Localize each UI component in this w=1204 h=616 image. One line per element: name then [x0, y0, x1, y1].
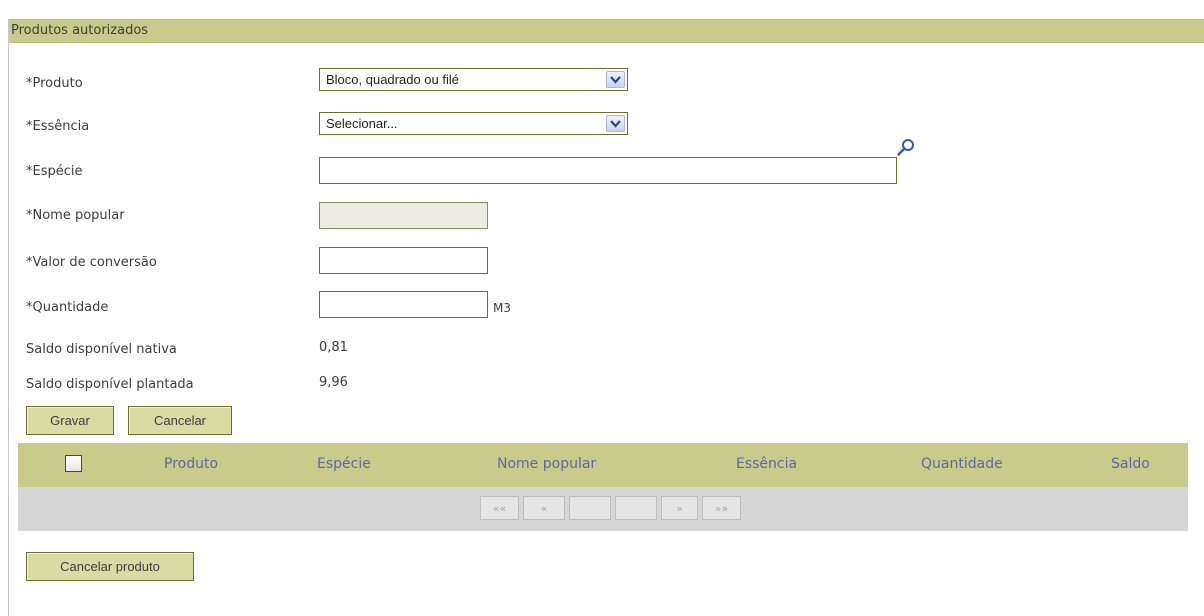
cancelar-produto-button-label: Cancelar produto — [60, 559, 160, 574]
panel-title: Produtos autorizados — [11, 23, 149, 38]
saldo-nativa-label: Saldo disponível nativa — [26, 342, 177, 357]
produto-select-value: Bloco, quadrado ou filé — [326, 72, 459, 87]
pager-page-cell — [569, 496, 611, 520]
nome-popular-input — [319, 202, 488, 229]
pager-page-cell — [615, 496, 657, 520]
especie-input[interactable] — [319, 157, 897, 184]
panel-header: Produtos autorizados — [9, 19, 1204, 43]
nome-popular-label: *Nome popular — [26, 208, 125, 223]
cancelar-button[interactable]: Cancelar — [128, 406, 232, 435]
pager-last-button[interactable]: »» — [702, 496, 741, 520]
pager-prev-button[interactable]: « — [523, 496, 565, 520]
gravar-button[interactable]: Gravar — [26, 406, 114, 435]
saldo-plantada-label: Saldo disponível plantada — [26, 377, 194, 392]
pager-next-button[interactable]: » — [661, 496, 698, 520]
essencia-select[interactable]: Selecionar... — [319, 112, 628, 135]
produto-select[interactable]: Bloco, quadrado ou filé — [319, 68, 628, 91]
chevron-down-icon[interactable] — [606, 115, 625, 132]
quantidade-unit: M3 — [493, 301, 511, 315]
gravar-button-label: Gravar — [50, 413, 90, 428]
pager-first-button[interactable]: «« — [480, 496, 519, 520]
valor-conversao-input[interactable] — [319, 247, 488, 274]
grid-header: Produto Espécie Nome popular Essência Qu… — [18, 443, 1188, 487]
saldo-plantada-value: 9,96 — [319, 375, 348, 390]
select-all-checkbox[interactable] — [65, 455, 82, 472]
produto-label: *Produto — [26, 76, 83, 91]
quantidade-label: *Quantidade — [26, 300, 109, 315]
essencia-select-value: Selecionar... — [326, 116, 398, 131]
column-quantidade[interactable]: Quantidade — [921, 456, 1003, 472]
valor-conversao-label: *Valor de conversão — [26, 255, 157, 270]
especie-label: *Espécie — [26, 164, 83, 179]
cancelar-produto-button[interactable]: Cancelar produto — [26, 552, 194, 581]
quantidade-input[interactable] — [319, 291, 488, 318]
column-essencia[interactable]: Essência — [736, 456, 797, 472]
saldo-nativa-value: 0,81 — [319, 340, 348, 355]
essencia-label: *Essência — [26, 119, 90, 134]
column-especie[interactable]: Espécie — [317, 456, 371, 472]
grid-pager: «« « » »» — [18, 487, 1188, 531]
cancelar-button-label: Cancelar — [153, 413, 207, 428]
chevron-down-icon[interactable] — [606, 71, 625, 88]
column-produto[interactable]: Produto — [164, 456, 218, 472]
column-saldo[interactable]: Saldo — [1111, 456, 1150, 472]
search-icon[interactable] — [896, 138, 916, 158]
column-nome-popular[interactable]: Nome popular — [497, 456, 596, 472]
